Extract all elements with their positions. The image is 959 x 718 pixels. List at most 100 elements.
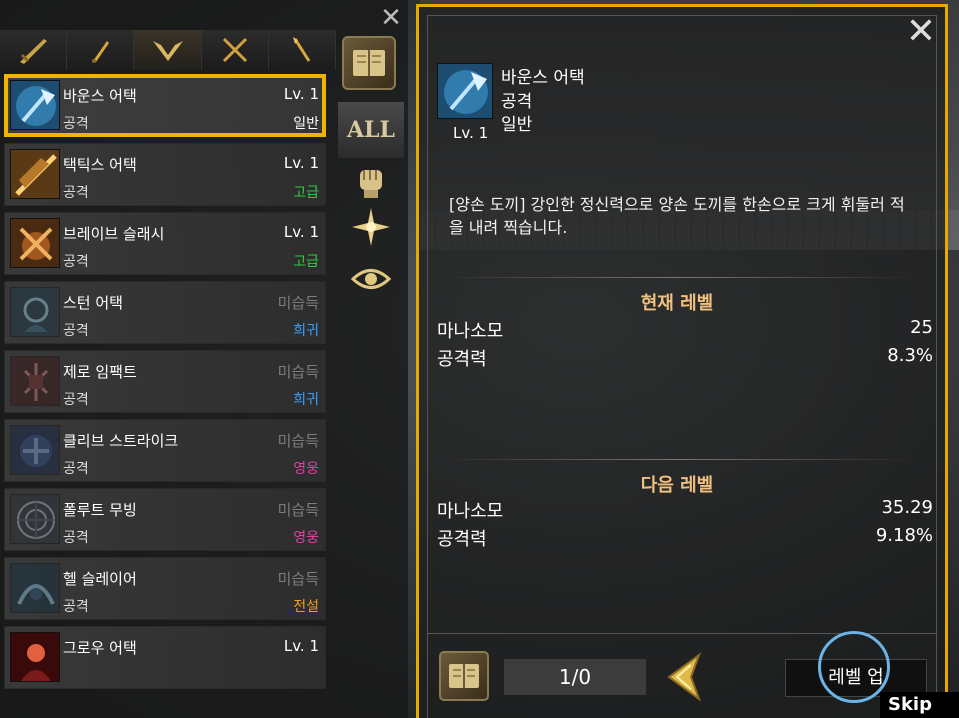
skill-name: 제로 임팩트 (63, 363, 137, 381)
detail-skill-grade: 일반 (501, 115, 533, 135)
skill-level: 미습득 (277, 363, 319, 381)
skill-grade: 전설 (293, 599, 319, 615)
skill-row-bounce-attack[interactable]: 바운스 어택 공격 Lv. 1 일반 (4, 74, 326, 137)
next-level-header: 다음 레벨 (419, 459, 935, 497)
next-stat-row: 공격력 9.18% (437, 525, 933, 551)
skill-type: 공격 (63, 254, 89, 270)
fist-icon (360, 170, 382, 198)
wings-crest-icon (152, 41, 183, 61)
skill-name: 헬 슬레이어 (63, 570, 137, 588)
stat-value: 8.3% (887, 345, 933, 366)
skill-name: 택틱스 어택 (63, 156, 137, 174)
skill-row-zero-impact[interactable]: 제로 임팩트 공격 미습득 희귀 (4, 350, 326, 413)
next-stat-row: 마나소모 35.29 (437, 497, 933, 523)
filter-all-button[interactable]: ALL (338, 102, 404, 158)
close-icon[interactable]: ✕ (903, 14, 939, 51)
skill-grade: 일반 (293, 116, 319, 132)
stat-value: 9.18% (875, 525, 933, 546)
stat-label: 마나소모 (437, 321, 504, 342)
skill-filter-column: ALL (338, 36, 404, 326)
skill-type: 공격 (63, 530, 89, 546)
detail-skill-type: 공격 (501, 92, 533, 112)
detail-skill-name: 바운스 어택 (501, 68, 585, 88)
web-move-icon (10, 494, 60, 544)
skill-level: Lv. 1 (283, 85, 319, 103)
divider (427, 633, 937, 634)
skill-type: 공격 (63, 323, 89, 339)
skill-row-cleave-strike[interactable]: 클리브 스트라이크 공격 미습득 영웅 (4, 419, 326, 482)
spear-icon (292, 37, 311, 62)
skill-name: 클리브 스트라이크 (63, 432, 179, 450)
skill-list: 바운스 어택 공격 Lv. 1 일반 택틱스 어택 공격 Lv. 1 고급 브레… (4, 74, 330, 718)
skill-grade: 희귀 (293, 323, 319, 339)
current-level-header: 현재 레벨 (419, 277, 935, 315)
filter-attack-button[interactable] (350, 160, 392, 202)
skill-type: 공격 (63, 185, 89, 201)
dagger-icon (92, 41, 110, 63)
skill-description: [양손 도끼] 강인한 정신력으로 양손 도끼를 한손으로 크게 휘둘러 적을 … (449, 195, 905, 237)
skill-level: 미습득 (277, 570, 319, 588)
burst-star-icon (352, 208, 390, 246)
detail-skill-level: Lv. 1 (453, 124, 489, 142)
skill-row-stun-attack[interactable]: 스턴 어택 공격 미습득 희귀 (4, 281, 326, 344)
brave-slash-icon (10, 218, 60, 268)
tab-dual-swords[interactable] (201, 30, 269, 70)
skill-name: 폴루트 무빙 (63, 501, 137, 519)
skill-name: 바운스 어택 (63, 87, 137, 105)
skill-type: 공격 (63, 392, 89, 408)
current-stat-row: 마나소모 25 (437, 317, 933, 343)
eye-icon (350, 269, 392, 289)
stat-value: 25 (910, 317, 933, 338)
stat-label: 공격력 (437, 529, 487, 550)
axe-strike-icon (10, 80, 60, 130)
skill-grade: 고급 (293, 185, 319, 201)
zero-impact-icon (10, 356, 60, 406)
skill-row-pollute-moving[interactable]: 폴루트 무빙 공격 미습득 영웅 (4, 488, 326, 551)
crossed-swords-icon (222, 37, 247, 63)
skill-book-button[interactable] (439, 651, 489, 701)
book-icon (449, 664, 479, 688)
skill-type: 공격 (63, 116, 89, 132)
skill-grade: 영웅 (293, 461, 319, 477)
filter-buff-button[interactable] (350, 206, 392, 248)
skill-level: 미습득 (277, 432, 319, 450)
axe-strike-icon (437, 63, 493, 119)
grow-attack-icon (10, 632, 60, 682)
skill-point-counter: 1/0 (504, 659, 646, 695)
skill-level: Lv. 1 (283, 223, 319, 241)
tab-wings[interactable] (134, 30, 202, 70)
skill-grade: 희귀 (293, 392, 319, 408)
tab-dagger[interactable] (67, 30, 135, 70)
skill-row-brave-slash[interactable]: 브레이브 슬래시 공격 Lv. 1 고급 (4, 212, 326, 275)
stat-value: 35.29 (881, 497, 933, 518)
filter-passive-button[interactable] (350, 258, 392, 300)
close-icon[interactable]: ✕ (376, 4, 406, 34)
skill-book-button[interactable] (342, 36, 396, 90)
stun-head-icon (10, 287, 60, 337)
skill-level: Lv. 1 (283, 154, 319, 172)
tab-spear[interactable] (268, 30, 337, 70)
current-stat-row: 공격력 8.3% (437, 345, 933, 371)
skill-row-grow-attack[interactable]: 그로우 어택 Lv. 1 (4, 626, 326, 689)
greatsword-icon (20, 39, 48, 64)
skill-detail-panel: ✕ Lv. 1 바운스 어택 공격 일반 [양손 도끼] 강인한 정신력으로 양… (416, 4, 948, 718)
axe-slash-icon (10, 149, 60, 199)
skill-list-panel: ✕ 바운스 어택 공격 Lv. 1 일반 택틱스 어택 공격 Lv. 1 고급 … (0, 0, 408, 718)
skill-name: 브레이브 슬래시 (63, 225, 165, 243)
prev-arrow-button[interactable] (661, 651, 705, 703)
cleave-icon (10, 425, 60, 475)
hell-slayer-icon (10, 563, 60, 613)
skill-level: 미습득 (277, 501, 319, 519)
skill-type: 공격 (63, 599, 89, 615)
skill-type: 공격 (63, 461, 89, 477)
skill-row-tactics-attack[interactable]: 택틱스 어택 공격 Lv. 1 고급 (4, 143, 326, 206)
skill-grade: 고급 (293, 254, 319, 270)
skip-button[interactable]: Skip (880, 692, 959, 718)
skill-level: Lv. 1 (283, 637, 319, 655)
skill-level: 미습득 (277, 294, 319, 312)
skill-name: 그로우 어택 (63, 639, 137, 657)
skill-row-hell-slayer[interactable]: 헬 슬레이어 공격 미습득 전설 (4, 557, 326, 620)
weapon-category-tabs (0, 30, 337, 70)
tab-greatsword[interactable] (0, 30, 68, 70)
chevron-left-icon (667, 652, 702, 702)
